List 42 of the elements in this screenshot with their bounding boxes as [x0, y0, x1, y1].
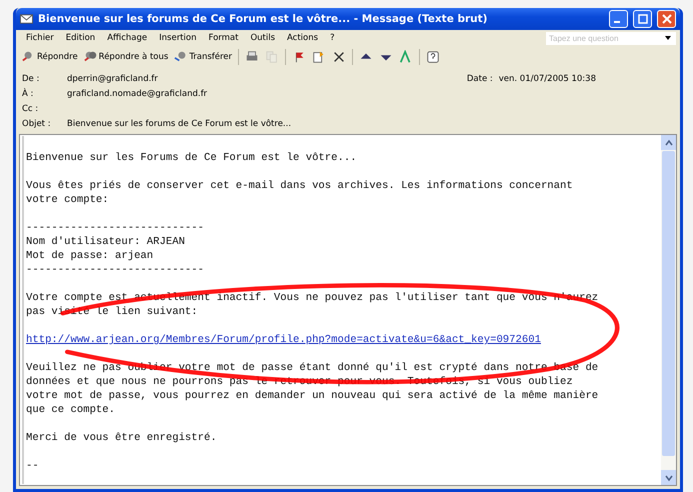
minimize-icon [614, 21, 620, 23]
body-paragraph: Bienvenue sur les Forums de Ce Forum est le vôtre... [26, 151, 358, 165]
scroll-up-icon[interactable] [664, 138, 672, 146]
menu-item[interactable]: Edition [66, 33, 96, 43]
field-value: ven. 01/07/2005 10:38 [498, 74, 596, 86]
envelope-icon [20, 14, 33, 24]
body-paragraph: Vous êtes priés de conserver cet e-mail dans vos archives. Les informations concernant votre compte: [26, 179, 574, 207]
toolbar-button[interactable]: Répondre à tous [82, 49, 170, 65]
toolbar-button[interactable]: Répondre [20, 49, 80, 65]
help-search-field[interactable]: Tapez une question [546, 32, 676, 44]
field-label: De : [22, 74, 40, 85]
scroll-down-icon[interactable] [664, 474, 672, 482]
help-icon [426, 50, 440, 64]
menu-item[interactable]: Affichage [107, 33, 148, 43]
menu-item[interactable]: Format [208, 33, 238, 43]
field-label: À : [22, 89, 34, 100]
field-label: Cc : [22, 104, 40, 115]
scrollbar[interactable] [661, 135, 676, 485]
field-value: Bienvenue sur les forums de Ce Forum est le vôtre... [67, 119, 292, 130]
menu-item[interactable]: Fichier [26, 33, 54, 43]
menu-item[interactable]: ? [330, 33, 335, 43]
body-paragraph: Merci de vous être enregistré. [26, 431, 218, 445]
minimize-button[interactable] [609, 10, 628, 28]
close-button[interactable] [657, 10, 676, 28]
menu-item[interactable]: Insertion [159, 33, 196, 43]
toolbar-button[interactable]: Transférer [172, 49, 234, 65]
field-value: dperrin@graficland.fr [67, 74, 158, 85]
menu-item[interactable]: Outils [250, 33, 276, 43]
activation-link[interactable]: http://www.arjean.org/Membres/Forum/profile.php?mode=activate&u=6&act_key=0972601 [26, 333, 661, 347]
pages-icon [265, 50, 280, 64]
maximize-icon [638, 14, 648, 24]
body-paragraph: ---------------------------- Nom d'utilisateur: ARJEAN Mot de passe: arjean ---------------------------- [26, 221, 206, 277]
body-paragraph: -- [26, 459, 40, 473]
close-icon [662, 14, 672, 24]
maximize-button[interactable] [633, 10, 652, 28]
menu-item[interactable]: Actions [287, 33, 318, 43]
window-title: Bienvenue sur les forums de Ce Forum est le vôtre... - Message (Texte brut) [38, 13, 488, 25]
delete-icon [332, 50, 346, 64]
field-label: Objet : [22, 119, 52, 130]
dropdown-arrow-icon [664, 34, 672, 42]
field-value: graficland.nomade@graficland.fr [67, 89, 208, 100]
field-label: Date : [466, 74, 493, 86]
